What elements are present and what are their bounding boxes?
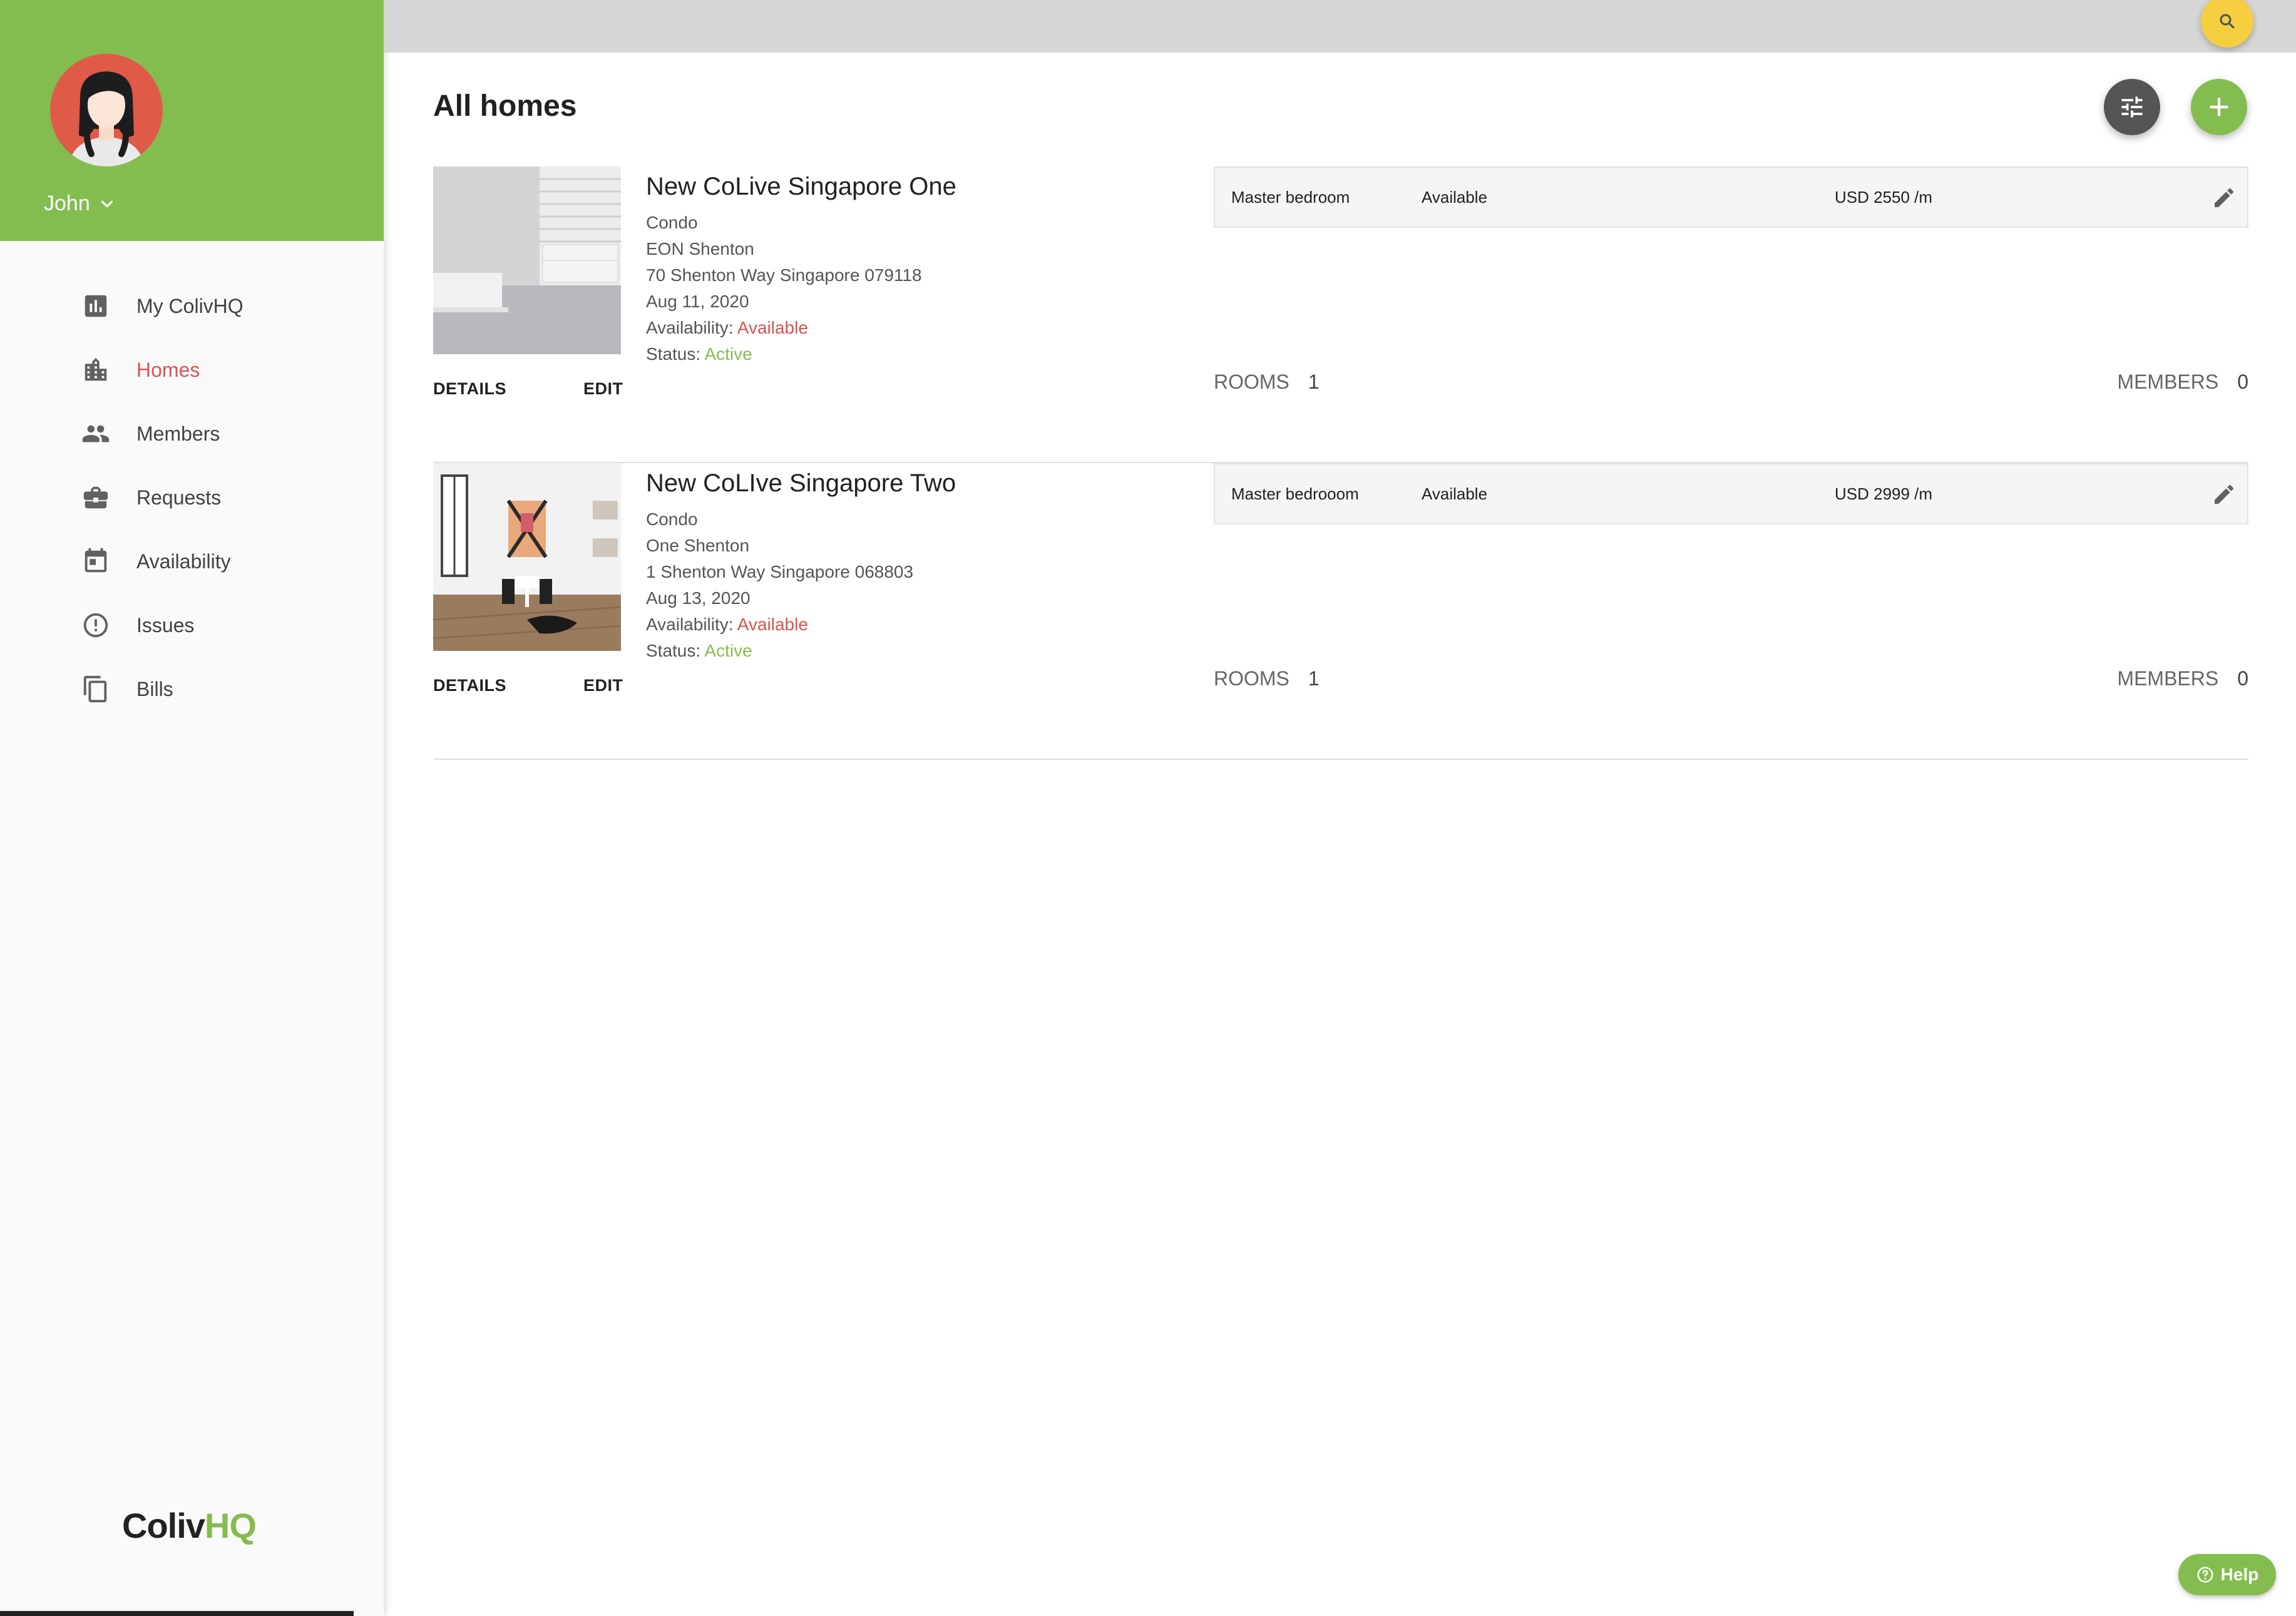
home-name[interactable]: New CoLive Singapore One — [646, 173, 956, 201]
bar-chart-icon — [81, 292, 110, 320]
rooms-label: ROOMS — [1214, 667, 1289, 690]
availability-value: Available — [737, 615, 808, 634]
alert-circle-icon — [81, 611, 110, 640]
members-number: 0 — [2237, 667, 2248, 690]
sidebar-item-label: Homes — [136, 358, 200, 381]
members-label: MEMBERS — [2117, 371, 2219, 393]
home-name[interactable]: New CoLIve Singapore Two — [646, 469, 956, 498]
sidebar-nav: My ColivHQ Homes Members Requests Availa… — [0, 274, 384, 721]
status-label: Status: — [646, 641, 701, 660]
sidebar-item-issues[interactable]: Issues — [0, 593, 384, 657]
help-label: Help — [2220, 1565, 2259, 1584]
members-count: MEMBERS 0 — [2117, 371, 2248, 394]
home-status: Status: Active — [646, 341, 956, 367]
room-name: Master bedroom — [1231, 188, 1350, 207]
bottom-divider — [0, 1611, 354, 1616]
home-thumbnail[interactable] — [433, 463, 621, 651]
sidebar-item-my-colivhq[interactable]: My ColivHQ — [0, 274, 384, 338]
home-info: New CoLive Singapore One Condo EON Shent… — [646, 173, 956, 367]
room-price: USD 2999 /m — [1835, 484, 1933, 503]
plus-icon — [2209, 97, 2229, 117]
home-card: New CoLive Singapore One Condo EON Shent… — [433, 166, 2248, 463]
copy-icon — [81, 675, 110, 703]
home-info: New CoLIve Singapore Two Condo One Shent… — [646, 469, 956, 664]
page-title: All homes — [433, 89, 577, 123]
rooms-number: 1 — [1308, 667, 1320, 690]
room-price: USD 2550 /m — [1835, 188, 1933, 207]
edit-button[interactable]: EDIT — [583, 379, 623, 399]
building-icon — [81, 355, 110, 384]
details-button[interactable]: DETAILS — [433, 379, 506, 399]
room-availability: Available — [1422, 188, 1488, 207]
sidebar-item-label: Bills — [136, 677, 173, 700]
room-name: Master bedrooom — [1231, 484, 1359, 503]
room-row[interactable]: Master bedroom Available USD 2550 /m — [1214, 166, 2248, 228]
room-row[interactable]: Master bedrooom Available USD 2999 /m — [1214, 463, 2248, 524]
search-icon — [2220, 14, 2235, 29]
members-label: MEMBERS — [2117, 667, 2219, 690]
top-bar — [384, 0, 2296, 53]
rooms-number: 1 — [1308, 371, 1320, 393]
home-address: 1 Shenton Way Singapore 068803 — [646, 562, 914, 581]
rooms-count: ROOMS 1 — [1214, 667, 1320, 690]
sidebar-item-label: Issues — [136, 613, 195, 637]
user-name: John — [44, 192, 90, 215]
home-status: Status: Active — [646, 638, 956, 664]
tune-icon — [2121, 96, 2143, 118]
help-button[interactable]: Help — [2178, 1554, 2276, 1595]
profile-header: John — [0, 0, 384, 241]
user-menu[interactable]: John — [44, 192, 116, 216]
sidebar-item-members[interactable]: Members — [0, 402, 384, 466]
sidebar-item-label: Requests — [136, 486, 222, 509]
home-thumbnail[interactable] — [433, 166, 621, 354]
sidebar-item-requests[interactable]: Requests — [0, 466, 384, 529]
home-availability: Availability: Available — [646, 611, 956, 638]
availability-value: Available — [737, 318, 808, 337]
home-building: EON Shenton — [646, 239, 754, 258]
rooms-count: ROOMS 1 — [1214, 371, 1320, 394]
pencil-icon[interactable] — [2211, 185, 2237, 210]
briefcase-icon — [81, 483, 110, 512]
sidebar-item-label: Availability — [136, 550, 231, 573]
status-label: Status: — [646, 344, 701, 364]
availability-label: Availability: — [646, 615, 734, 634]
logo-text-hq: HQ — [204, 1506, 257, 1545]
avatar[interactable] — [50, 54, 163, 166]
home-type: Condo — [646, 509, 698, 529]
members-number: 0 — [2237, 371, 2248, 393]
colivhq-logo: ColivHQ — [122, 1505, 257, 1546]
sidebar: John My ColivHQ Homes Members Requests A… — [0, 0, 384, 1616]
room-availability: Available — [1422, 484, 1488, 503]
home-availability: Availability: Available — [646, 315, 956, 341]
sidebar-item-availability[interactable]: Availability — [0, 529, 384, 593]
rooms-label: ROOMS — [1214, 371, 1289, 393]
edit-button[interactable]: EDIT — [583, 676, 623, 695]
sidebar-item-label: Members — [136, 422, 220, 445]
calendar-icon — [81, 547, 110, 576]
home-date: Aug 13, 2020 — [646, 588, 751, 608]
home-date: Aug 11, 2020 — [646, 292, 749, 311]
home-address: 70 Shenton Way Singapore 079118 — [646, 265, 922, 285]
home-type: Condo — [646, 213, 698, 232]
add-home-button[interactable] — [2191, 79, 2247, 135]
home-building: One Shenton — [646, 536, 750, 555]
filter-button[interactable] — [2104, 79, 2160, 135]
help-circle-icon — [2197, 1567, 2213, 1583]
home-card: New CoLIve Singapore Two Condo One Shent… — [433, 463, 2248, 760]
status-value: Active — [704, 344, 752, 364]
sidebar-item-homes[interactable]: Homes — [0, 338, 384, 402]
members-count: MEMBERS 0 — [2117, 667, 2248, 690]
details-button[interactable]: DETAILS — [433, 676, 506, 695]
logo-text: Coliv — [122, 1506, 205, 1545]
availability-label: Availability: — [646, 318, 734, 337]
sidebar-item-label: My ColivHQ — [136, 294, 243, 317]
sidebar-item-bills[interactable]: Bills — [0, 657, 384, 721]
people-icon — [81, 419, 110, 448]
pencil-icon[interactable] — [2211, 482, 2237, 507]
chevron-down-icon — [101, 200, 113, 207]
status-value: Active — [704, 641, 752, 660]
